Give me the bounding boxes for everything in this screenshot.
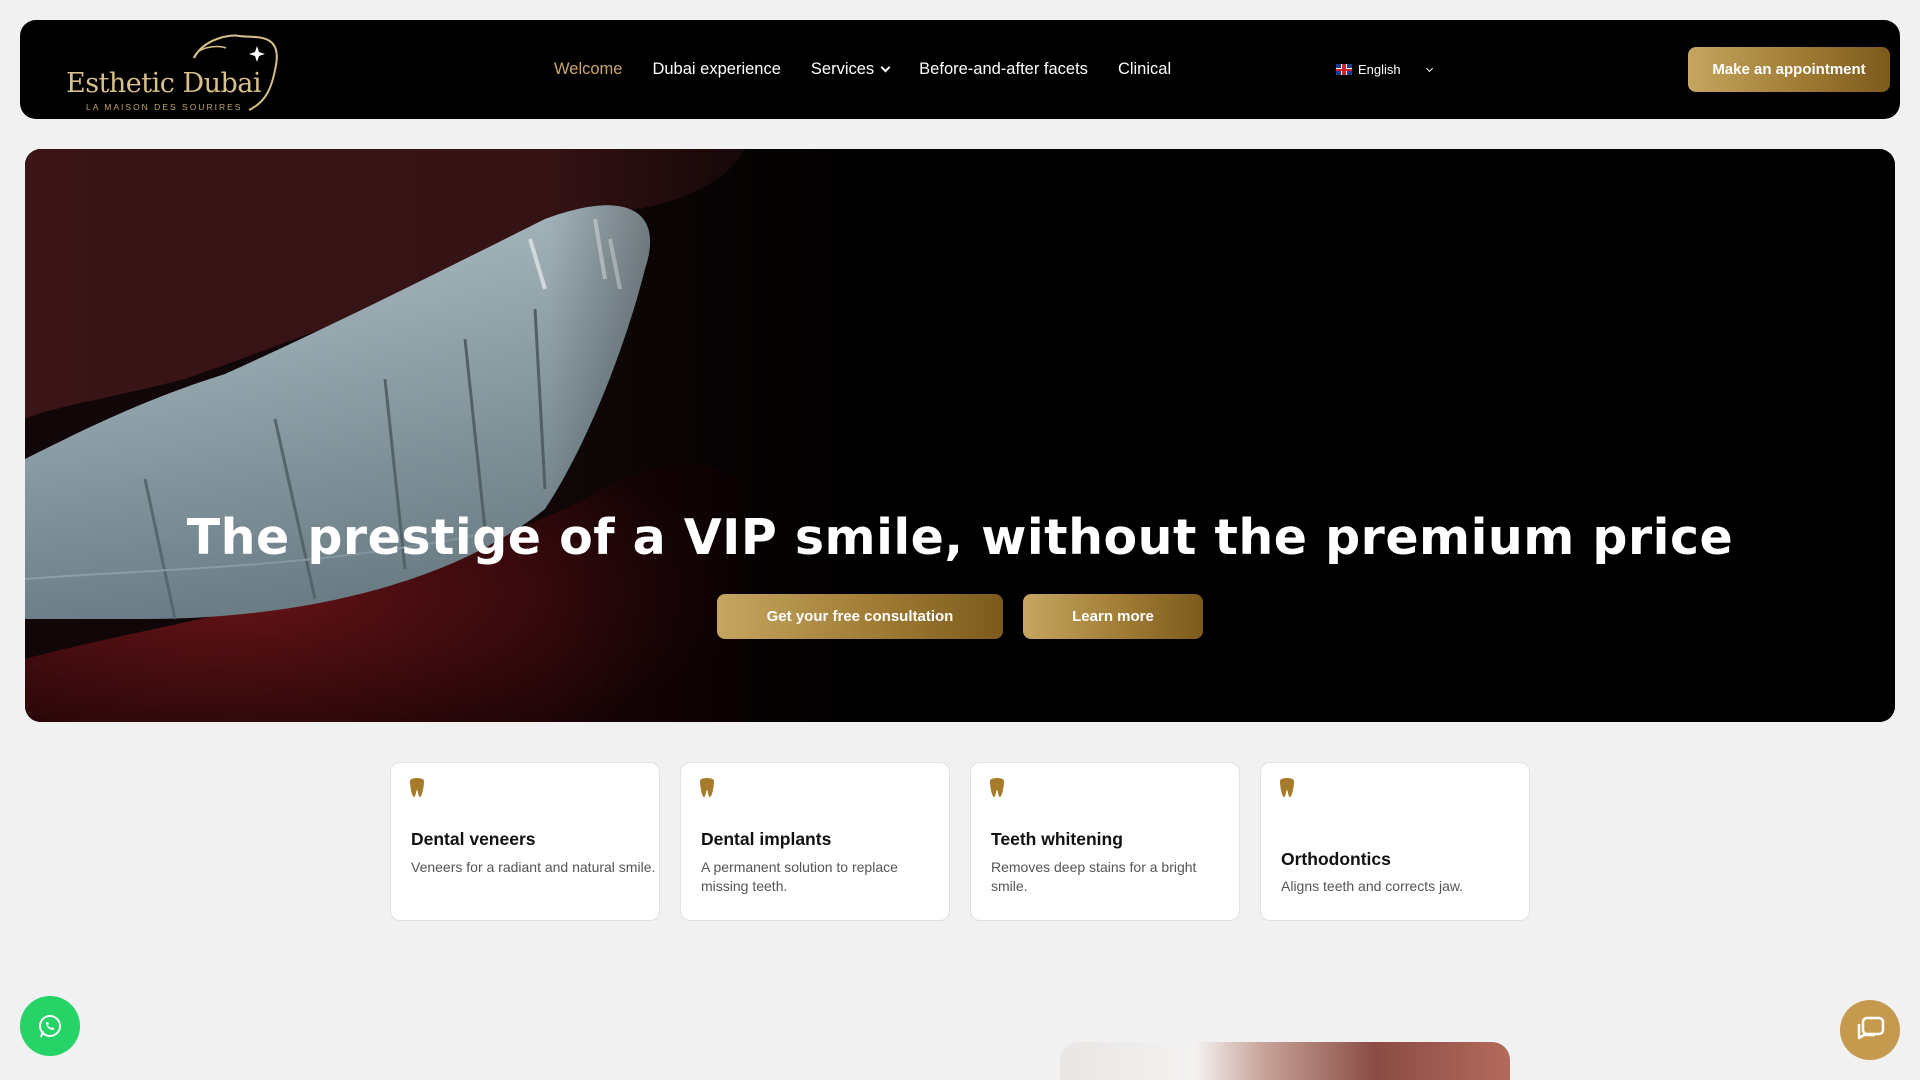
nav-label: Welcome <box>554 60 623 78</box>
chevron-down-icon <box>1425 64 1433 72</box>
service-description: Veneers for a radiant and natural smile. <box>411 859 656 875</box>
tooth-icon <box>700 778 714 797</box>
free-consultation-button[interactable]: Get your free consultation <box>717 594 1003 639</box>
chat-icon <box>1857 1016 1885 1040</box>
service-description: Removes deep stains for a bright smile. <box>991 859 1197 894</box>
nav-item-dubai-experience[interactable]: Dubai experience <box>652 60 780 79</box>
nav-item-services[interactable]: Services <box>810 60 891 79</box>
hero-title-text: The prestige of a VIP smile, without the… <box>186 509 1734 566</box>
service-description: A permanent solution to replace missing … <box>701 859 898 894</box>
language-selector[interactable]: English <box>1336 20 1433 119</box>
service-title: Dental implants <box>701 829 832 849</box>
whatsapp-icon <box>39 1015 61 1038</box>
hero-cta-group: Get your free consultation Learn more <box>25 594 1895 639</box>
service-title: Orthodontics <box>1281 849 1391 869</box>
language-label: English <box>1358 62 1401 77</box>
service-card-whitening[interactable]: Teeth whitening Removes deep stains for … <box>970 762 1240 921</box>
service-card-implants[interactable]: Dental implants A permanent solution to … <box>680 762 950 921</box>
site-header: Esthetic Dubai LA MAISON DES SOURIRES We… <box>20 20 1900 119</box>
service-card-orthodontics[interactable]: Orthodontics Aligns teeth and corrects j… <box>1260 762 1530 921</box>
service-description: Aligns teeth and corrects jaw. <box>1281 878 1464 894</box>
nav-label: Clinical <box>1117 60 1172 78</box>
logo-name: Esthetic Dubai <box>66 68 262 99</box>
service-title: Dental veneers <box>411 829 536 849</box>
learn-more-button[interactable]: Learn more <box>1023 594 1203 639</box>
main-nav: Welcome Dubai experience Services Before… <box>554 20 1171 119</box>
nav-label: Dubai experience <box>652 60 781 78</box>
services-list: Dental veneers Veneers for a radiant and… <box>390 762 1530 921</box>
make-appointment-button[interactable]: Make an appointment <box>1688 47 1890 92</box>
nav-item-welcome[interactable]: Welcome <box>554 60 622 79</box>
tooth-icon <box>410 778 424 797</box>
logo[interactable]: Esthetic Dubai LA MAISON DES SOURIRES <box>44 30 284 112</box>
service-title: Teeth whitening <box>991 829 1123 849</box>
hero-title: The prestige of a VIP smile, without the… <box>25 509 1895 566</box>
nav-label: Before-and-after facets <box>919 60 1088 78</box>
chat-button[interactable] <box>1840 1000 1900 1060</box>
chevron-down-icon <box>880 62 891 73</box>
nav-item-clinical[interactable]: Clinical <box>1118 60 1171 79</box>
whatsapp-button[interactable] <box>20 996 80 1056</box>
tooth-icon <box>990 778 1004 797</box>
nav-label: Services <box>810 60 875 78</box>
section-preview-image <box>1060 1042 1510 1080</box>
nav-item-before-after[interactable]: Before-and-after facets <box>919 60 1088 79</box>
hero-banner: The prestige of a VIP smile, without the… <box>25 149 1895 722</box>
tooth-icon <box>1280 778 1294 797</box>
logo-tagline: LA MAISON DES SOURIRES <box>86 102 243 112</box>
uk-flag-icon <box>1336 64 1352 75</box>
service-card-veneers[interactable]: Dental veneers Veneers for a radiant and… <box>390 762 660 921</box>
